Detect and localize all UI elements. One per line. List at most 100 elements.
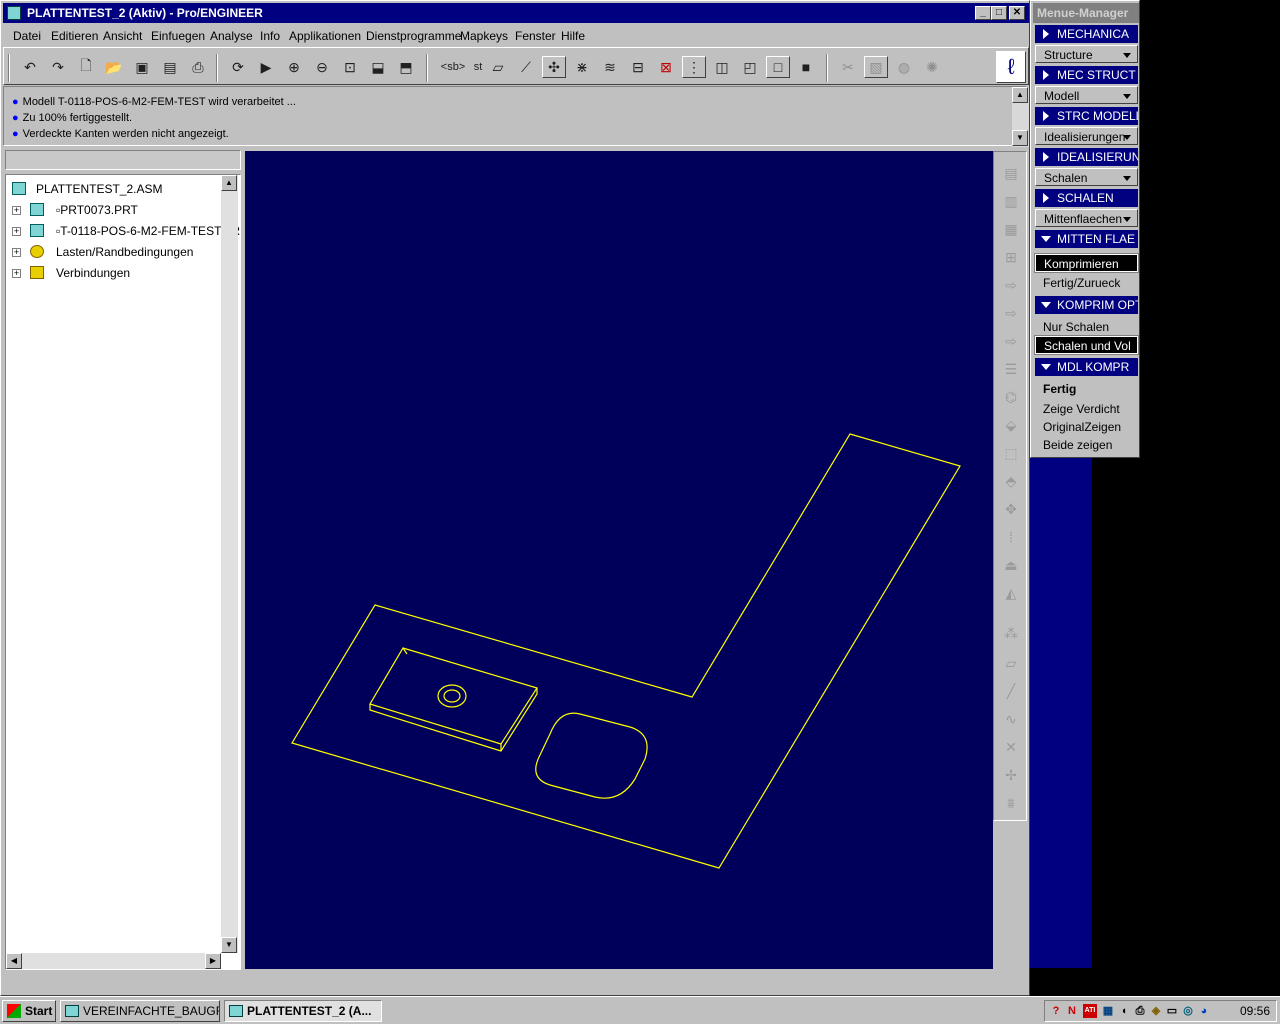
tree-vertical-scrollbar[interactable]: ▲ ▼	[221, 175, 238, 953]
menu-dienstprogramme[interactable]: Dienstprogramme	[366, 29, 461, 43]
ati-icon[interactable]: ATI	[1083, 1004, 1097, 1018]
menu-head-mitten-flae[interactable]: MITTEN FLAE	[1035, 230, 1138, 248]
datum-axis-icon[interactable]: ╱	[1000, 680, 1022, 702]
datum-curve-icon[interactable]: ∿	[1000, 708, 1022, 730]
expand-icon[interactable]: +	[12, 269, 21, 278]
menu-head-mec-struct[interactable]: MEC STRUCT	[1035, 66, 1138, 84]
datum-axes-icon[interactable]: ⟋	[514, 56, 538, 78]
saved-views-icon[interactable]: ⬒	[394, 56, 418, 78]
message-scrollbar[interactable]: ▲ ▼	[1012, 87, 1029, 147]
surface-region-icon[interactable]: ◭	[1000, 582, 1022, 604]
refit-icon[interactable]: ⊡	[338, 56, 362, 78]
region-icon[interactable]: ⏏	[1000, 554, 1022, 576]
speaker-icon[interactable]: ◖	[1117, 1004, 1131, 1018]
menu-item-komprimieren[interactable]: Komprimieren	[1034, 253, 1139, 273]
scroll-left-arrow[interactable]: ◀	[6, 953, 22, 969]
task-vereinfachte[interactable]: VEREINFACHTE_BAUGR...	[60, 1000, 220, 1022]
redo-icon[interactable]: ↷	[46, 56, 70, 78]
beam-icon[interactable]: ☰	[1000, 358, 1022, 380]
menu-head-idealisierung[interactable]: IDEALISIERUNG	[1035, 148, 1138, 166]
spin-center-icon[interactable]: ▶	[254, 56, 278, 78]
undo-icon[interactable]: ↶	[18, 56, 42, 78]
menu-editieren[interactable]: Editieren	[51, 29, 98, 43]
analysis-icon[interactable]: ⩩	[1000, 792, 1022, 814]
datum-point-icon[interactable]: ✕	[1000, 736, 1022, 758]
menu-datei[interactable]: Datei	[13, 29, 41, 43]
expand-icon[interactable]: +	[12, 248, 21, 257]
load-icon[interactable]: ⇨	[1000, 274, 1022, 296]
datum-points-icon[interactable]: ✣	[542, 56, 566, 78]
expand-icon[interactable]: +	[12, 206, 21, 215]
menu-drop-modell[interactable]: Modell	[1035, 86, 1138, 104]
tray-util-icon[interactable]: ◕	[1197, 1004, 1211, 1018]
weld-icon[interactable]: ⬘	[1000, 470, 1022, 492]
query-icon[interactable]: ◍	[892, 56, 916, 78]
spin-icon[interactable]: ✺	[920, 56, 944, 78]
spring-icon[interactable]: ⌬	[1000, 386, 1022, 408]
menu-drop-structure[interactable]: Structure	[1035, 45, 1138, 63]
context-help-icon[interactable]: ℓ	[996, 51, 1026, 83]
menu-einfuegen[interactable]: Einfuegen	[151, 29, 205, 43]
scroll-right-arrow[interactable]: ▶	[205, 953, 221, 969]
menu-hilfe[interactable]: Hilfe	[561, 29, 585, 43]
constraint-icon[interactable]: ⊞	[1000, 246, 1022, 268]
cut-icon[interactable]: ✂	[836, 56, 860, 78]
menu-ansicht[interactable]: Ansicht	[103, 29, 142, 43]
hidden-line-icon[interactable]: ◰	[738, 56, 762, 78]
rigid-link-icon[interactable]: ✥	[1000, 498, 1022, 520]
menu-head-mdl-kompr[interactable]: MDL KOMPR	[1035, 358, 1138, 376]
load-icon[interactable]: ⇨	[1000, 302, 1022, 324]
menu-head-komprim-opt[interactable]: KOMPRIM OPT	[1035, 296, 1138, 314]
mechanica-feature-icon[interactable]: ▥	[1000, 190, 1022, 212]
menu-head-schalen[interactable]: SCHALEN	[1035, 189, 1138, 207]
datum-plane-icon[interactable]: ▱	[1000, 652, 1022, 674]
tree-horizontal-scrollbar[interactable]: ◀ ▶	[6, 953, 221, 969]
scroll-down-arrow[interactable]: ▼	[221, 937, 237, 953]
menu-head-mechanica[interactable]: MECHANICA	[1035, 25, 1138, 43]
save-icon[interactable]: ▣	[130, 56, 154, 78]
layers-icon[interactable]: ≋	[598, 56, 622, 78]
help-icon[interactable]: ?	[1049, 1004, 1063, 1018]
no-hidden-icon[interactable]: □	[766, 56, 790, 78]
expand-icon[interactable]: +	[12, 227, 21, 236]
mechanica-feature-icon[interactable]: ▤	[1000, 162, 1022, 184]
menu-item-original-zeigen[interactable]: OriginalZeigen	[1035, 418, 1138, 436]
window-activate-icon[interactable]: ⊟	[626, 56, 650, 78]
open-folder-icon[interactable]: 📂	[102, 56, 126, 78]
scroll-up-arrow[interactable]: ▲	[221, 175, 237, 191]
menu-head-strc-modell[interactable]: STRC MODELL	[1035, 107, 1138, 125]
task-plattentest[interactable]: PLATTENTEST_2 (A...	[224, 1000, 382, 1022]
shading-icon[interactable]: ■	[794, 56, 818, 78]
menu-drop-idealisierungen[interactable]: Idealisierungen	[1035, 127, 1138, 145]
zoom-out-icon[interactable]: ⊖	[310, 56, 334, 78]
model-tree-icon[interactable]: ⋮	[682, 56, 706, 78]
menu-item-fertig[interactable]: Fertig	[1035, 380, 1138, 398]
scanner-icon[interactable]: ▭	[1165, 1004, 1179, 1018]
menu-item-schalen-und-vol[interactable]: Schalen und Vol	[1034, 335, 1139, 355]
window-close-icon[interactable]: ⊠	[654, 56, 678, 78]
menu-drop-schalen[interactable]: Schalen	[1035, 168, 1138, 186]
tray-app-icon[interactable]: ◈	[1149, 1004, 1163, 1018]
orient-icon[interactable]: ⬓	[366, 56, 390, 78]
menu-item-beide-zeigen[interactable]: Beide zeigen	[1035, 436, 1138, 454]
start-button[interactable]: Start	[2, 1000, 56, 1022]
wireframe-icon[interactable]: ◫	[710, 56, 734, 78]
menu-drop-mittenflaechen[interactable]: Mittenflaechen	[1035, 209, 1138, 227]
menu-item-nur-schalen[interactable]: Nur Schalen	[1035, 318, 1138, 336]
maximize-button[interactable]: □	[991, 6, 1007, 20]
graphics-window[interactable]	[245, 151, 993, 969]
coord-sys-icon[interactable]: ✢	[1000, 764, 1022, 786]
menu-fenster[interactable]: Fenster	[515, 29, 556, 43]
menu-mapkeys[interactable]: Mapkeys	[460, 29, 508, 43]
coord-sys-icon[interactable]: ⋇	[570, 56, 594, 78]
select-icon[interactable]: ▧	[864, 56, 888, 78]
load-icon[interactable]: ⇨	[1000, 330, 1022, 352]
new-file-icon[interactable]: 🗋	[74, 56, 98, 78]
menu-item-zeige-verdicht[interactable]: Zeige Verdicht	[1035, 400, 1138, 418]
datum-planes-icon[interactable]: ⏥	[486, 56, 510, 78]
globe-icon[interactable]: ◎	[1181, 1004, 1195, 1018]
printer-icon[interactable]: ⎙	[1133, 1004, 1147, 1018]
n-icon[interactable]: N	[1065, 1004, 1079, 1018]
repaint-icon[interactable]: ⟳	[226, 56, 250, 78]
mechanica-feature-icon[interactable]: ▦	[1000, 218, 1022, 240]
